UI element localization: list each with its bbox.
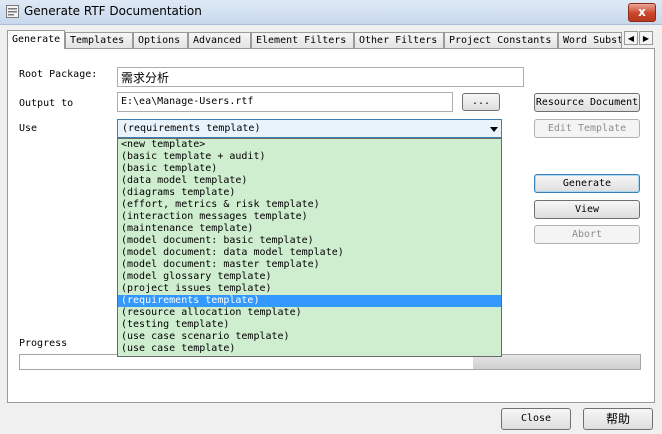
template-option[interactable]: (project issues template)	[118, 283, 501, 295]
tab-element-filters[interactable]: Element Filters	[251, 32, 354, 48]
window-title: Generate RTF Documentation	[24, 4, 202, 18]
tab-advanced[interactable]: Advanced	[188, 32, 251, 48]
tab-other-filters[interactable]: Other Filters	[354, 32, 444, 48]
template-option[interactable]: (resource allocation template)	[118, 307, 501, 319]
window-close-button[interactable]: x	[628, 3, 656, 22]
tab-project-constants[interactable]: Project Constants	[444, 32, 558, 48]
template-option[interactable]: (testing template)	[118, 319, 501, 331]
close-button[interactable]: Close	[501, 408, 571, 430]
tab-word-subst[interactable]: Word Subst	[558, 32, 622, 48]
app-icon	[6, 5, 19, 18]
title-bar: Generate RTF Documentation x	[0, 0, 662, 25]
template-option[interactable]: (data model template)	[118, 175, 501, 187]
help-button[interactable]: 帮助	[583, 408, 653, 430]
template-option[interactable]: (model glossary template)	[118, 271, 501, 283]
root-package-label: Root Package:	[19, 69, 98, 80]
template-select[interactable]: (requirements template)	[117, 119, 502, 138]
template-option[interactable]: (use case template)	[118, 343, 501, 355]
template-option[interactable]: (model document: basic template)	[118, 235, 501, 247]
tab-generate[interactable]: Generate	[7, 30, 65, 49]
template-option[interactable]: (maintenance template)	[118, 223, 501, 235]
abort-button[interactable]: Abort	[534, 225, 640, 244]
view-button[interactable]: View	[534, 200, 640, 219]
close-icon: x	[638, 5, 646, 19]
use-label: Use	[19, 123, 38, 134]
template-option[interactable]: (diagrams template)	[118, 187, 501, 199]
output-path-field[interactable]: E:\ea\Manage-Users.rtf	[117, 92, 453, 112]
template-option[interactable]: (basic template + audit)	[118, 151, 501, 163]
root-package-field[interactable]: 需求分析	[117, 67, 524, 87]
tab-scroll-right-icon[interactable]: ▶	[639, 31, 653, 45]
tab-templates[interactable]: Templates	[65, 32, 133, 48]
template-option[interactable]: <new template>	[118, 139, 501, 151]
template-option[interactable]: (effort, metrics & risk template)	[118, 199, 501, 211]
generate-button[interactable]: Generate	[534, 174, 640, 193]
progress-bar-fill	[472, 355, 640, 369]
progress-label: Progress	[19, 338, 68, 349]
template-select-value: (requirements template)	[122, 123, 261, 134]
tab-scroll-left-icon[interactable]: ◀	[624, 31, 638, 45]
edit-template-button[interactable]: Edit Template	[534, 119, 640, 138]
tab-options[interactable]: Options	[133, 32, 188, 48]
chevron-down-icon[interactable]	[490, 127, 498, 132]
template-option[interactable]: (basic template)	[118, 163, 501, 175]
template-dropdown-list[interactable]: <new template> (basic template + audit) (b…	[117, 138, 502, 357]
tab-strip: Generate Templates Options Advanced Elem…	[7, 30, 655, 49]
browse-button[interactable]: ...	[462, 93, 500, 111]
template-option[interactable]: (model document: master template)	[118, 259, 501, 271]
template-option[interactable]: (use case scenario template)	[118, 331, 501, 343]
template-option[interactable]: (requirements template)	[118, 295, 501, 307]
resource-document-button[interactable]: Resource Document	[534, 93, 640, 112]
template-option[interactable]: (interaction messages template)	[118, 211, 501, 223]
template-option[interactable]: (model document: data model template)	[118, 247, 501, 259]
output-to-label: Output to	[19, 98, 74, 109]
